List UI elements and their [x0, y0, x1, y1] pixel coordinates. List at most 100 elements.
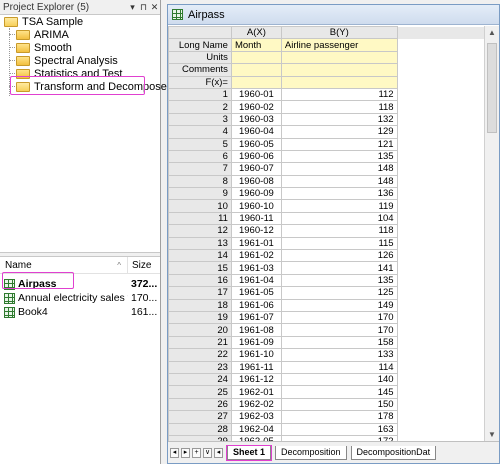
worksheet-grid[interactable]: A(X) B(Y) Long Name Month Airline passenge…: [168, 26, 486, 442]
cell-passengers[interactable]: 121: [280, 137, 398, 151]
cell-month[interactable]: 1960-10: [230, 199, 282, 213]
cell-passengers[interactable]: 125: [280, 286, 398, 300]
vertical-scrollbar[interactable]: ▲ ▼: [484, 26, 499, 442]
file-row-annual-electricity[interactable]: Annual electricity sales for ... 170...: [0, 291, 160, 305]
cell-month[interactable]: 1960-02: [230, 100, 282, 114]
cell-passengers[interactable]: 140: [280, 372, 398, 387]
nav-prev-icon[interactable]: ◂: [214, 447, 223, 458]
meta-label[interactable]: Units: [168, 50, 232, 65]
meta-cell-a[interactable]: [230, 75, 282, 89]
row-number[interactable]: 22: [168, 348, 232, 362]
cell-passengers[interactable]: 135: [280, 273, 398, 288]
cell-passengers[interactable]: 118: [280, 224, 398, 238]
cell-passengers[interactable]: 145: [280, 385, 398, 399]
meta-cell-a[interactable]: [230, 63, 282, 77]
row-number[interactable]: 8: [168, 174, 232, 189]
cell-month[interactable]: 1960-04: [230, 125, 282, 139]
cell-month[interactable]: 1961-09: [230, 335, 282, 350]
cell-month[interactable]: 1962-04: [230, 422, 282, 436]
cell-passengers[interactable]: 119: [280, 199, 398, 213]
cell-month[interactable]: 1961-12: [230, 372, 282, 387]
row-number[interactable]: 16: [168, 273, 232, 288]
cell-month[interactable]: 1960-05: [230, 137, 282, 151]
corner-cell[interactable]: [168, 26, 232, 40]
meta-cell-b[interactable]: [280, 75, 398, 89]
cell-month[interactable]: 1960-01: [230, 87, 282, 102]
cell-month[interactable]: 1960-08: [230, 174, 282, 189]
row-number[interactable]: 13: [168, 236, 232, 251]
tab-decomposition[interactable]: Decomposition: [275, 445, 347, 460]
cell-passengers[interactable]: 170: [280, 310, 398, 325]
add-sheet-icon[interactable]: +: [192, 447, 201, 458]
cell-passengers[interactable]: 149: [280, 298, 398, 313]
cell-month[interactable]: 1961-07: [230, 310, 282, 325]
cell-month[interactable]: 1961-05: [230, 286, 282, 300]
meta-label[interactable]: F(x)=: [168, 75, 232, 89]
tab-sheet1[interactable]: Sheet 1: [225, 444, 273, 461]
row-number[interactable]: 25: [168, 385, 232, 399]
meta-cell-b[interactable]: [280, 50, 398, 65]
tree-folder-spectral-analysis[interactable]: Spectral Analysis: [16, 54, 118, 67]
cell-passengers[interactable]: 170: [280, 323, 398, 337]
cell-passengers[interactable]: 118: [280, 100, 398, 114]
cell-passengers[interactable]: 133: [280, 348, 398, 362]
tree-folder-smooth[interactable]: Smooth: [16, 41, 72, 54]
cell-month[interactable]: 1960-12: [230, 224, 282, 238]
cell-month[interactable]: 1961-08: [230, 323, 282, 337]
file-row-airpass[interactable]: Airpass 372...: [0, 277, 160, 291]
row-number[interactable]: 2: [168, 100, 232, 114]
cell-passengers[interactable]: 148: [280, 162, 398, 176]
cell-passengers[interactable]: 132: [280, 112, 398, 127]
row-number[interactable]: 6: [168, 149, 232, 164]
row-number[interactable]: 9: [168, 187, 232, 201]
cell-month[interactable]: 1961-03: [230, 261, 282, 275]
column-header-b[interactable]: B(Y): [280, 26, 398, 40]
cell-passengers[interactable]: 158: [280, 335, 398, 350]
meta-cell-b[interactable]: Airline passenger: [280, 38, 398, 52]
row-number[interactable]: 20: [168, 323, 232, 337]
cell-passengers[interactable]: 150: [280, 397, 398, 412]
row-number[interactable]: 3: [168, 112, 232, 127]
nav-first-icon[interactable]: ◂: [170, 447, 179, 458]
cell-month[interactable]: 1961-04: [230, 273, 282, 288]
cell-passengers[interactable]: 135: [280, 149, 398, 164]
row-number[interactable]: 21: [168, 335, 232, 350]
cell-passengers[interactable]: 126: [280, 249, 398, 263]
cell-month[interactable]: 1960-03: [230, 112, 282, 127]
cell-month[interactable]: 1961-10: [230, 348, 282, 362]
row-number[interactable]: 4: [168, 125, 232, 139]
close-icon[interactable]: ✕: [149, 2, 160, 13]
meta-cell-b[interactable]: [280, 63, 398, 77]
meta-cell-a[interactable]: Month: [230, 38, 282, 52]
row-number[interactable]: 14: [168, 249, 232, 263]
cell-month[interactable]: 1962-02: [230, 397, 282, 412]
cell-month[interactable]: 1961-01: [230, 236, 282, 251]
nav-next-icon[interactable]: ▸: [181, 447, 190, 458]
tree-folder-transform-and-decompose[interactable]: Transform and Decompose: [16, 80, 167, 93]
row-number[interactable]: 1: [168, 87, 232, 102]
row-number[interactable]: 27: [168, 410, 232, 424]
tree-root[interactable]: TSA Sample: [4, 15, 83, 28]
scroll-thumb[interactable]: [487, 43, 497, 133]
row-number[interactable]: 17: [168, 286, 232, 300]
cell-month[interactable]: 1960-06: [230, 149, 282, 164]
row-number[interactable]: 28: [168, 422, 232, 436]
row-number[interactable]: 19: [168, 310, 232, 325]
cell-month[interactable]: 1960-11: [230, 211, 282, 226]
row-number[interactable]: 11: [168, 211, 232, 226]
row-number[interactable]: 18: [168, 298, 232, 313]
row-number[interactable]: 7: [168, 162, 232, 176]
column-header-a[interactable]: A(X): [230, 26, 282, 40]
row-number[interactable]: 10: [168, 199, 232, 213]
file-row-book4[interactable]: Book4 161...: [0, 305, 160, 319]
cell-passengers[interactable]: 148: [280, 174, 398, 189]
row-number[interactable]: 15: [168, 261, 232, 275]
cell-passengers[interactable]: 114: [280, 360, 398, 374]
cell-passengers[interactable]: 129: [280, 125, 398, 139]
row-number[interactable]: 24: [168, 372, 232, 387]
scroll-up-icon[interactable]: ▲: [485, 26, 499, 40]
cell-passengers[interactable]: 163: [280, 422, 398, 436]
meta-label[interactable]: Comments: [168, 63, 232, 77]
meta-cell-a[interactable]: [230, 50, 282, 65]
pin-icon[interactable]: ⊓: [138, 2, 149, 13]
